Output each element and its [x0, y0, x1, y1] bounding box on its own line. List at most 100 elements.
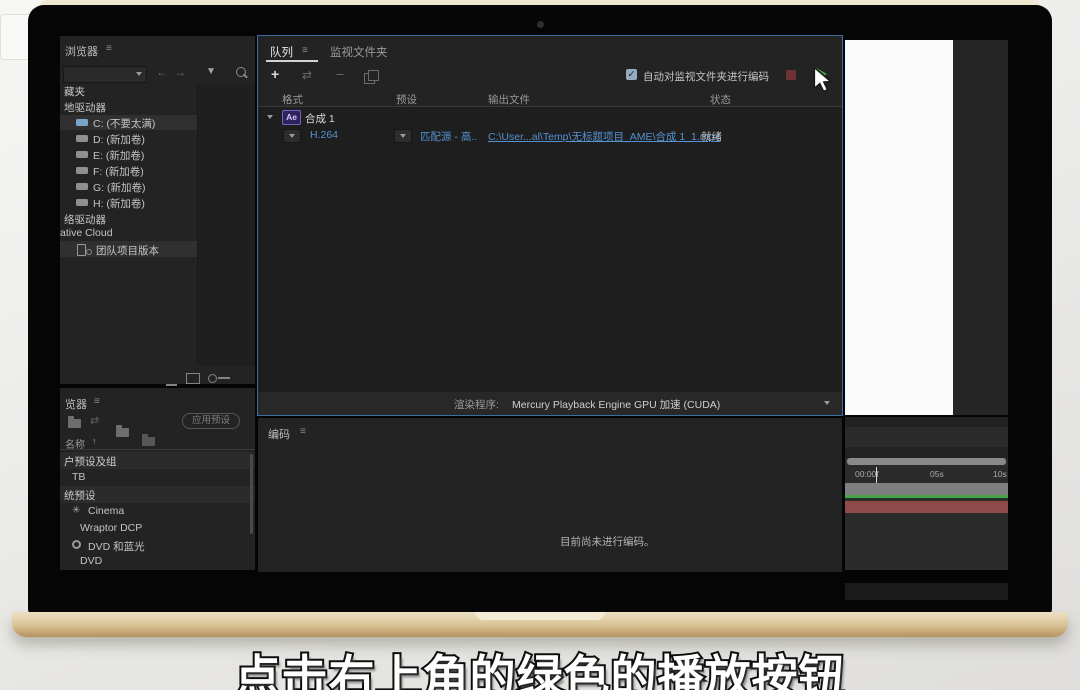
tree-item-team-projects[interactable]: 团队项目版本	[60, 241, 197, 257]
preset-group-user[interactable]: 户预设及组	[60, 452, 255, 469]
back-icon[interactable]: ←	[156, 65, 168, 79]
stop-queue-button[interactable]	[786, 70, 796, 80]
drive-icon	[76, 183, 88, 190]
preset-item-wraptor[interactable]: Wraptor DCP	[80, 522, 142, 534]
encoding-status-message: 目前尚未进行编码。	[560, 534, 655, 549]
ae-right-panel	[953, 40, 1008, 415]
column-header-output[interactable]: 输出文件	[488, 92, 530, 107]
ae-ruler-label: 05s	[930, 469, 944, 479]
swap-preset-icon[interactable]: ⇄	[302, 68, 312, 82]
auto-encode-checkbox[interactable]: ✓	[626, 69, 637, 80]
ae-composition-viewer	[845, 40, 953, 415]
auto-encode-label: 自动对监视文件夹进行编码	[643, 69, 769, 84]
collapse-icon[interactable]	[267, 115, 273, 119]
media-browser-path-select[interactable]	[63, 66, 147, 83]
team-project-icon	[77, 244, 86, 256]
preset-list-scrollbar[interactable]	[250, 454, 253, 534]
tree-item-drive-e[interactable]: E: (新加卷)	[60, 147, 197, 162]
add-source-button[interactable]: +	[271, 66, 279, 82]
remove-source-button[interactable]: −	[336, 66, 344, 82]
tab-queue-underline	[266, 60, 318, 62]
apply-preset-button[interactable]: 应用预设	[182, 413, 240, 429]
laptop-camera-dot	[537, 21, 544, 28]
preset-item-tb[interactable]: TB	[72, 471, 85, 483]
preset-swap-icon[interactable]: ⇄	[90, 414, 99, 427]
tree-item-creative-cloud[interactable]: ative Cloud	[60, 227, 113, 239]
forward-icon[interactable]: →	[174, 65, 186, 79]
new-group-icon[interactable]	[116, 428, 129, 437]
drive-icon	[76, 199, 88, 206]
duplicate-icon[interactable]	[364, 73, 375, 84]
preset-browser-title[interactable]: 览器	[65, 396, 87, 412]
zoom-slider-icon[interactable]	[208, 374, 217, 383]
column-header-format[interactable]: 格式	[282, 92, 303, 107]
tree-item-local-drives[interactable]: 地驱动器	[64, 100, 106, 115]
preset-dropdown[interactable]	[394, 129, 412, 143]
drive-icon	[76, 167, 88, 174]
preset-group-system[interactable]: 统预设	[60, 486, 255, 503]
preset-browser-panel-menu-icon[interactable]: ≡	[94, 396, 100, 407]
renderer-label: 渲染程序:	[454, 397, 499, 412]
encoding-panel: 编码 ≡ 目前尚未进行编码。	[258, 418, 842, 572]
ae-ruler-band[interactable]	[845, 483, 1008, 495]
preset-item-dvd[interactable]: DVD	[80, 555, 102, 567]
preset-value[interactable]: 匹配源 - 高..	[420, 129, 477, 144]
drive-icon	[76, 119, 88, 126]
media-browser-panel-menu-icon[interactable]: ≡	[106, 43, 112, 54]
disc-icon	[72, 540, 81, 549]
format-value[interactable]: H.264	[310, 129, 338, 141]
ae-timeline-band	[845, 417, 1008, 427]
composition-name: 合成 1	[305, 111, 335, 126]
column-header-preset[interactable]: 预设	[396, 92, 417, 107]
ae-timeline-panel: 00:00f 05s 10s	[845, 417, 1008, 570]
renderer-bar: 渲染程序: Mercury Playback Engine GPU 加速 (CU…	[258, 392, 842, 415]
tree-item-drive-h[interactable]: H: (新加卷)	[60, 195, 197, 210]
chevron-down-icon[interactable]	[824, 401, 830, 405]
tree-item-favorites[interactable]: 藏夹	[64, 84, 85, 99]
media-browser-right-column	[198, 84, 255, 366]
encoding-panel-title[interactable]: 编码	[268, 426, 290, 442]
media-browser-title[interactable]: 浏览器	[65, 43, 98, 59]
encoding-panel-menu-icon[interactable]: ≡	[300, 426, 306, 437]
laptop-screen: 浏览器 ≡ ← → ▼ 藏夹 地驱动器 C: (不要太满) D: (新加卷)	[60, 30, 1008, 600]
status-value: 就绪	[701, 129, 722, 144]
zoom-slider-track[interactable]	[218, 377, 230, 379]
queue-panel-menu-icon[interactable]: ≡	[302, 45, 308, 56]
ae-layer-bar	[845, 501, 1008, 513]
tab-queue[interactable]: 队列	[270, 44, 293, 60]
preset-header-divider	[60, 449, 255, 450]
preset-item-cinema[interactable]: ✳ Cinema	[60, 503, 255, 520]
thumbnail-view-icon[interactable]	[186, 373, 200, 384]
tree-item-drive-c[interactable]: C: (不要太满)	[60, 115, 197, 130]
ae-work-area-bar	[845, 495, 1008, 498]
queue-output-row[interactable]: H.264 匹配源 - 高.. C:\User...al\Temp\无标题项目_…	[258, 127, 842, 144]
format-dropdown[interactable]	[283, 129, 301, 143]
tab-watch-folders[interactable]: 监视文件夹	[330, 44, 388, 60]
tree-item-drive-d[interactable]: D: (新加卷)	[60, 131, 197, 146]
mouse-cursor	[812, 66, 834, 92]
preset-item-dvd-bluray[interactable]: DVD 和蓝光	[60, 537, 255, 554]
new-preset-icon[interactable]	[68, 419, 81, 428]
renderer-value[interactable]: Mercury Playback Engine GPU 加速 (CUDA)	[512, 397, 720, 412]
column-header-status[interactable]: 状态	[710, 92, 731, 107]
import-preset-icon[interactable]	[142, 437, 155, 446]
filter-icon[interactable]: ▼	[206, 66, 216, 77]
tree-item-drive-g[interactable]: G: (新加卷)	[60, 179, 197, 194]
tree-item-network-drives[interactable]: 络驱动器	[64, 212, 106, 227]
drive-icon	[76, 135, 88, 142]
laptop-base-notch	[475, 612, 605, 620]
screenshot-stage: 浏览器 ≡ ← → ▼ 藏夹 地驱动器 C: (不要太满) D: (新加卷)	[0, 0, 1080, 690]
team-project-icon-dot	[86, 249, 92, 255]
ae-bottom-strip	[845, 583, 1008, 600]
preset-browser-panel: 览器 ≡ ⇄ 应用预设 名称 ↑ 户预设及组 TB 统预设 ✳ Cinema	[60, 388, 255, 570]
ae-timeline-band	[845, 447, 1008, 458]
search-icon[interactable]	[236, 67, 246, 77]
chevron-down-icon	[400, 134, 406, 138]
ae-timeline-scrollbar[interactable]	[847, 458, 1006, 465]
tree-item-drive-f[interactable]: F: (新加卷)	[60, 163, 197, 178]
chevron-down-icon	[136, 72, 142, 76]
queue-group-row[interactable]: Ae 合成 1	[258, 109, 842, 126]
cinema-icon: ✳	[72, 505, 80, 516]
queue-panel: 队列 ≡ 监视文件夹 + ⇄ − ✓ 自动对监视文件夹进行编码 格式 预设 输出…	[258, 36, 842, 415]
output-file-link[interactable]: C:\User...al\Temp\无标题项目_AME\合成 1_1.mp4	[488, 129, 720, 144]
